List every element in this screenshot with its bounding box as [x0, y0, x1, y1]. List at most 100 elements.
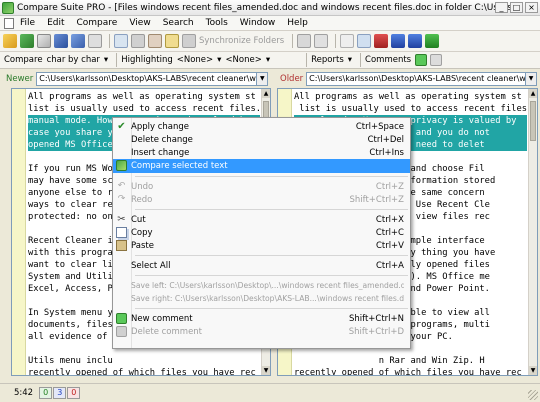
gutter-cell	[12, 305, 25, 317]
synchronize-folders-button[interactable]: Synchronize Folders	[199, 36, 284, 46]
menu-delete-comment[interactable]: Delete comment Shift+Ctrl+D	[113, 325, 410, 338]
menu-tools[interactable]: Tools	[200, 18, 234, 28]
save-all-icon[interactable]	[71, 34, 85, 48]
close-button[interactable]: ×	[525, 2, 538, 13]
open-folder-icon[interactable]	[3, 34, 17, 48]
gutter-cell	[12, 221, 25, 233]
options-icon[interactable]	[297, 34, 312, 48]
add-comment-icon[interactable]	[415, 54, 428, 66]
folder-mode-icon[interactable]	[165, 34, 179, 48]
gutter-cell	[12, 185, 25, 197]
changed-count-badge: 3	[53, 387, 67, 399]
first-diff-icon[interactable]	[374, 34, 389, 48]
menu-file[interactable]: File	[14, 18, 41, 28]
scroll-up-icon[interactable]: ▲	[529, 89, 537, 98]
chevron-down-icon[interactable]: ▾	[266, 55, 270, 65]
scroll-down-icon[interactable]: ▼	[262, 366, 270, 375]
scroll-thumb[interactable]	[530, 101, 536, 141]
menu-window[interactable]: Window	[234, 18, 282, 28]
menu-view[interactable]: View	[123, 18, 156, 28]
text-line[interactable]: recently opened of which files you have …	[28, 367, 260, 375]
compare-mode-dropdown[interactable]: char by char	[47, 55, 100, 65]
chevron-down-icon[interactable]: ▼	[526, 71, 537, 86]
right-scrollbar[interactable]: ▲ ▼	[528, 89, 537, 375]
toolbar-separator	[109, 34, 110, 48]
sync-icon[interactable]	[182, 34, 196, 48]
gutter-cell	[12, 137, 25, 149]
menu-help[interactable]: Help	[281, 18, 314, 28]
highlighting-option-1[interactable]: <None>	[177, 55, 213, 65]
menu-new-comment[interactable]: New comment Shift+Ctrl+N	[113, 312, 410, 325]
menu-save-right[interactable]: Save right: C:\Users\karlsson\Desktop\AK…	[113, 292, 410, 305]
paragraph-icon[interactable]	[340, 34, 355, 48]
cut-icon[interactable]	[88, 34, 102, 48]
text-line[interactable]: recently opened of which files you have …	[294, 367, 527, 375]
menu-paste[interactable]: Paste Ctrl+V	[113, 239, 410, 252]
scroll-down-icon[interactable]: ▼	[529, 366, 537, 375]
gutter-cell	[12, 329, 25, 341]
left-path-field[interactable]: C:\Users\karlsson\Desktop\AKS-LABS\recen…	[36, 71, 258, 86]
chevron-down-icon[interactable]: ▾	[348, 55, 352, 65]
gutter-cell	[12, 281, 25, 293]
gutter-cell	[278, 101, 291, 113]
copy-icon	[116, 227, 127, 238]
gutter-cell	[12, 269, 25, 281]
minimize-button[interactable]: _	[495, 2, 508, 13]
maximize-button[interactable]: □	[510, 2, 523, 13]
gutter-cell	[12, 257, 25, 269]
comments-button[interactable]: Comments	[365, 55, 411, 65]
left-pane-label: Newer	[6, 73, 34, 84]
open-file-icon[interactable]	[37, 34, 51, 48]
chevron-down-icon[interactable]: ▼	[257, 71, 269, 86]
text-line[interactable]: list is usually used to access recent fi…	[28, 103, 260, 115]
menu-compare-selected-text[interactable]: Compare selected text	[113, 159, 410, 173]
menu-search[interactable]: Search	[157, 18, 200, 28]
gutter-cell	[12, 161, 25, 173]
compare-icon	[116, 160, 127, 171]
resize-grip-icon[interactable]	[528, 390, 538, 400]
prev-diff-icon[interactable]	[391, 34, 406, 48]
check-icon: ✔	[117, 121, 126, 132]
text-mode-icon[interactable]	[114, 34, 128, 48]
highlighting-option-2[interactable]: <None>	[225, 55, 261, 65]
text-line[interactable]: Utils menu inclu	[28, 355, 260, 367]
chevron-down-icon[interactable]: ▾	[104, 55, 108, 65]
menu-bar: File Edit Compare View Search Tools Wind…	[0, 16, 540, 31]
text-line[interactable]: n Rar and Win Zip. H	[294, 355, 527, 367]
menu-compare[interactable]: Compare	[71, 18, 124, 28]
menu-cut[interactable]: ✂ Cut Ctrl+X	[113, 213, 410, 226]
gutter-cell	[12, 365, 25, 375]
scroll-up-icon[interactable]: ▲	[262, 89, 270, 98]
menu-edit[interactable]: Edit	[41, 18, 70, 28]
menu-undo[interactable]: ↶ Undo Ctrl+Z	[113, 180, 410, 193]
menu-copy[interactable]: Copy Ctrl+C	[113, 226, 410, 239]
menu-delete-change[interactable]: Delete change Ctrl+Del	[113, 133, 410, 146]
text-line[interactable]: list is usually used to access recent fi…	[294, 103, 527, 115]
save-icon[interactable]	[54, 34, 68, 48]
menu-redo[interactable]: ↷ Redo Shift+Ctrl+Z	[113, 193, 410, 206]
text-line[interactable]: All programs as well as operating system…	[28, 91, 260, 103]
right-path-field[interactable]: C:\Users\karlsson\Desktop\AKS-LABS\recen…	[306, 71, 527, 86]
menu-save-left[interactable]: Save left: C:\Users\karlsson\Desktop\...…	[113, 279, 410, 292]
paste-icon	[116, 240, 127, 251]
title-bar: Compare Suite PRO - [Files windows recen…	[0, 0, 540, 16]
menu-select-all[interactable]: Select All Ctrl+A	[113, 259, 410, 272]
next-diff-icon[interactable]	[408, 34, 423, 48]
gutter-cell	[12, 233, 25, 245]
delete-comment-icon	[116, 326, 127, 337]
last-diff-icon[interactable]	[425, 34, 440, 48]
context-menu: ✔ Apply change Ctrl+Space Delete change …	[112, 117, 411, 349]
binary-mode-icon[interactable]	[131, 34, 145, 48]
document-icon[interactable]	[4, 17, 14, 29]
image-mode-icon[interactable]	[148, 34, 162, 48]
text-line[interactable]: All programs as well as operating system…	[294, 91, 527, 103]
comment-icon[interactable]	[430, 54, 443, 66]
find-icon[interactable]	[357, 34, 372, 48]
menu-insert-change[interactable]: Insert change Ctrl+Ins	[113, 146, 410, 159]
help-icon[interactable]	[314, 34, 329, 48]
chevron-down-icon[interactable]: ▾	[217, 55, 221, 65]
menu-apply-change[interactable]: ✔ Apply change Ctrl+Space	[113, 120, 410, 133]
gutter-cell	[12, 113, 25, 125]
reports-button[interactable]: Reports	[311, 55, 344, 65]
compare-files-icon[interactable]	[20, 34, 34, 48]
